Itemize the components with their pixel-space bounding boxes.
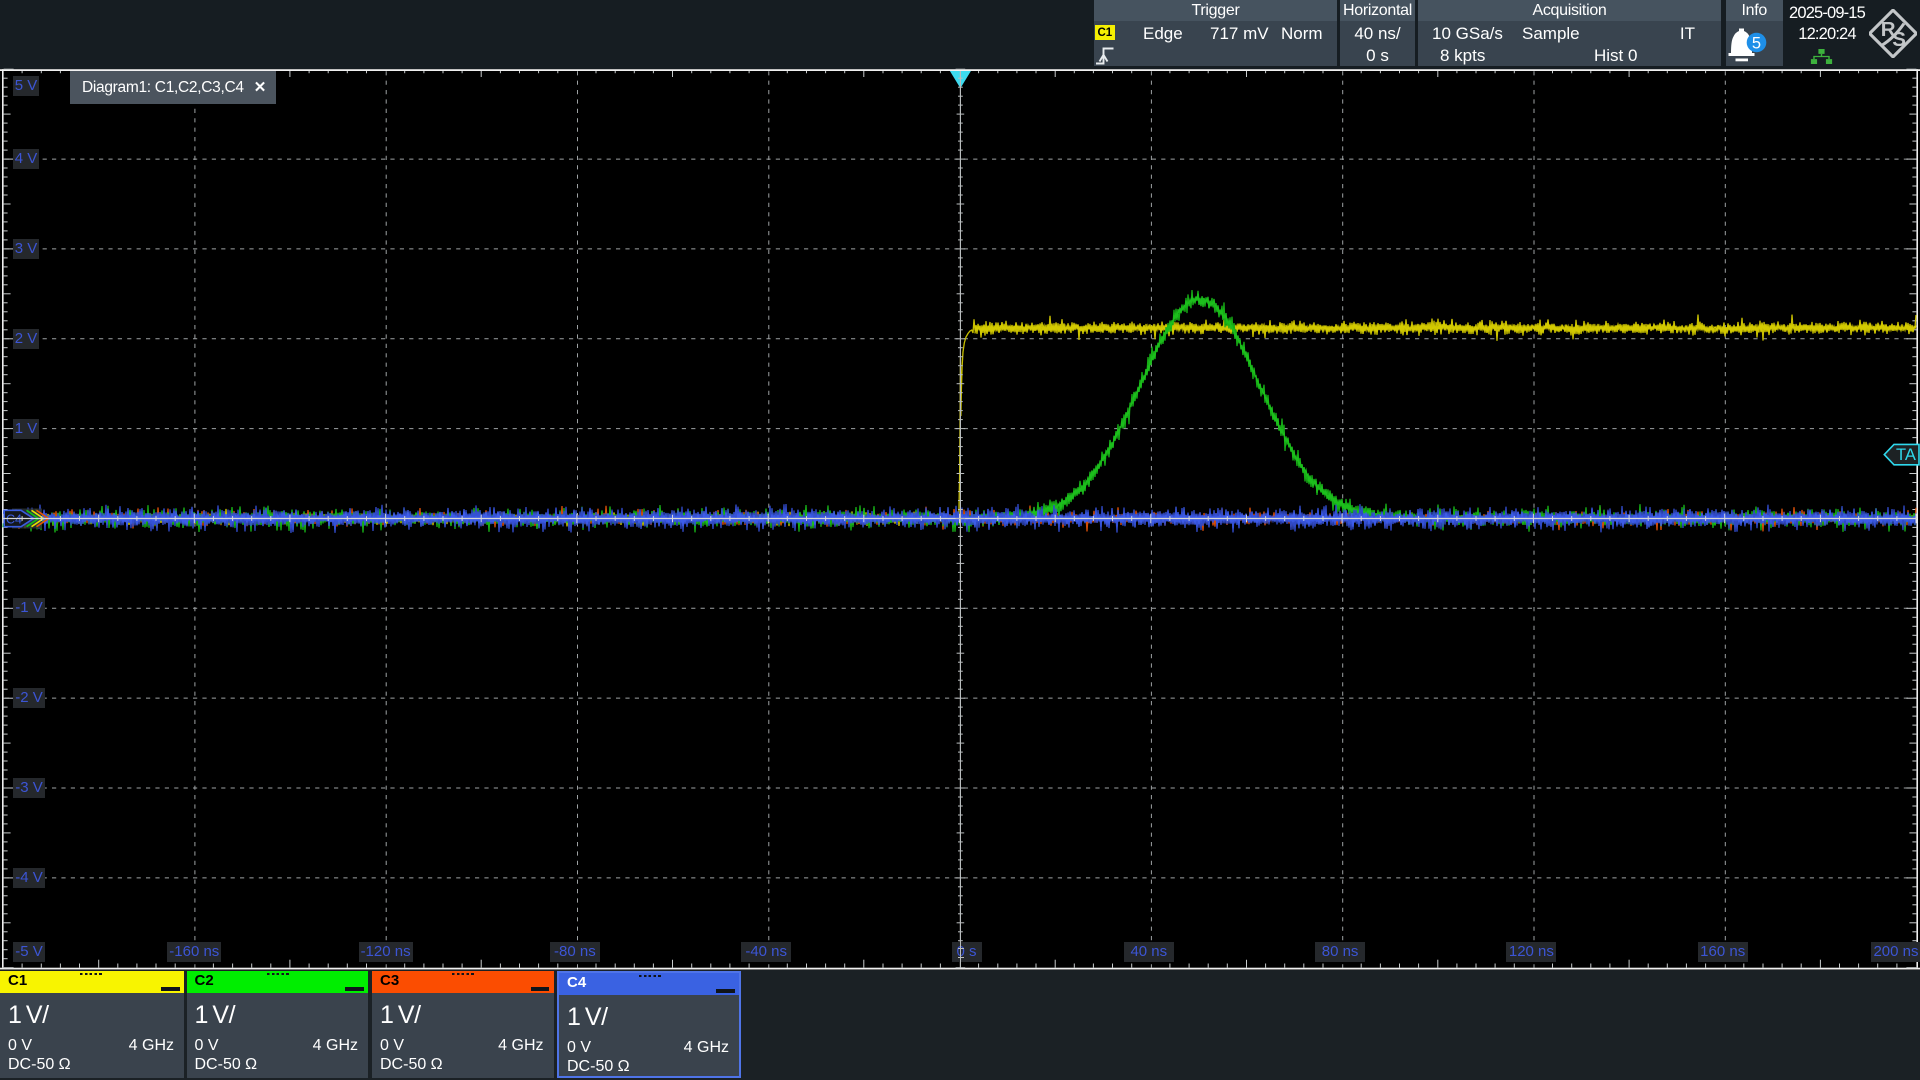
svg-text:TA: TA xyxy=(1896,446,1916,464)
svg-text:5: 5 xyxy=(1752,35,1761,53)
svg-text:C4: C4 xyxy=(6,513,22,527)
svg-text:S: S xyxy=(1892,28,1905,51)
